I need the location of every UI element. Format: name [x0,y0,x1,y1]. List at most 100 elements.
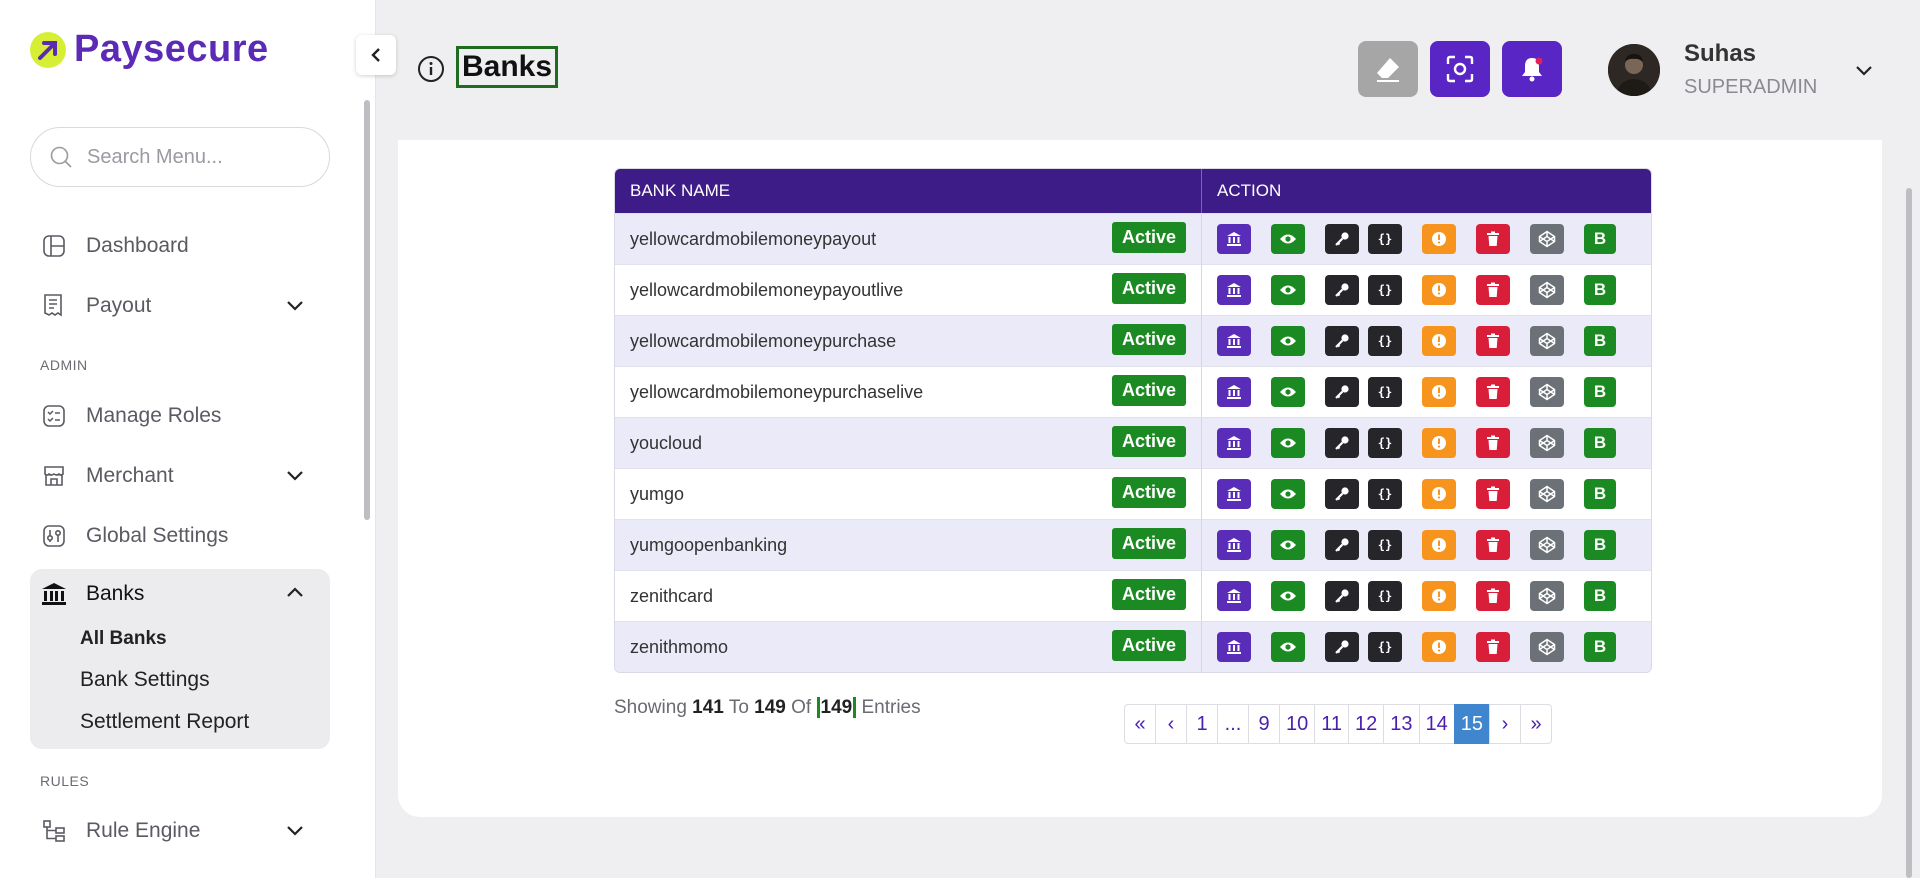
code-action-button[interactable]: {} [1368,530,1402,560]
codepen-action-button[interactable] [1530,224,1564,254]
page-button[interactable]: 12 [1348,704,1385,744]
chevron-down-icon[interactable] [1852,58,1876,82]
page-button[interactable]: » [1520,704,1553,744]
sidebar-subitem-settlement-report[interactable]: Settlement Report [80,710,249,734]
sidebar-collapse-button[interactable] [356,35,396,75]
key-action-button[interactable] [1325,428,1359,458]
key-action-button[interactable] [1325,632,1359,662]
trash-action-button[interactable] [1476,326,1510,356]
bank-action-button[interactable] [1217,428,1251,458]
bank-action-button[interactable] [1217,275,1251,305]
page-button[interactable]: 9 [1248,704,1280,744]
eye-action-button[interactable] [1271,275,1305,305]
trash-action-button[interactable] [1476,428,1510,458]
alert-action-button[interactable] [1422,224,1456,254]
sidebar-item-payout[interactable]: Payout [30,281,330,331]
bank-action-button[interactable] [1217,224,1251,254]
alert-action-button[interactable] [1422,377,1456,407]
b-letter-action-button[interactable]: B [1584,632,1616,662]
content-scrollbar[interactable] [1906,188,1912,878]
sidebar-item-dashboard[interactable]: Dashboard [30,221,330,271]
status-badge[interactable]: Active [1111,477,1186,508]
page-button[interactable]: › [1489,704,1522,744]
sidebar-item-merchant[interactable]: Merchant [30,451,330,501]
eye-action-button[interactable] [1271,530,1305,560]
alert-action-button[interactable] [1422,479,1456,509]
alert-action-button[interactable] [1422,581,1456,611]
trash-action-button[interactable] [1476,224,1510,254]
codepen-action-button[interactable] [1530,326,1564,356]
sidebar-subitem-bank-settings[interactable]: Bank Settings [80,668,210,692]
eye-action-button[interactable] [1271,428,1305,458]
status-badge[interactable]: Active [1111,528,1186,559]
eye-action-button[interactable] [1271,326,1305,356]
page-button[interactable]: « [1124,704,1156,744]
b-letter-action-button[interactable]: B [1584,326,1616,356]
search-input[interactable] [85,144,309,170]
page-button[interactable]: ‹ [1155,704,1187,744]
alert-action-button[interactable] [1422,530,1456,560]
key-action-button[interactable] [1325,479,1359,509]
status-badge[interactable]: Active [1111,273,1186,304]
code-action-button[interactable]: {} [1368,377,1402,407]
key-action-button[interactable] [1325,275,1359,305]
page-button[interactable]: ... [1217,704,1249,744]
screenshot-button[interactable] [1430,41,1490,97]
bank-action-button[interactable] [1217,632,1251,662]
b-letter-action-button[interactable]: B [1584,428,1616,458]
eye-action-button[interactable] [1271,377,1305,407]
alert-action-button[interactable] [1422,632,1456,662]
key-action-button[interactable] [1325,224,1359,254]
alert-action-button[interactable] [1422,326,1456,356]
key-action-button[interactable] [1325,326,1359,356]
code-action-button[interactable]: {} [1368,224,1402,254]
b-letter-action-button[interactable]: B [1584,275,1616,305]
key-action-button[interactable] [1325,377,1359,407]
status-badge[interactable]: Active [1111,426,1186,457]
page-button[interactable]: 11 [1314,704,1350,744]
code-action-button[interactable]: {} [1368,479,1402,509]
codepen-action-button[interactable] [1530,632,1564,662]
sidebar-item-manage-roles[interactable]: Manage Roles [30,391,330,441]
page-button[interactable]: 14 [1418,704,1455,744]
code-action-button[interactable]: {} [1368,632,1402,662]
page-button[interactable]: 15 [1453,704,1491,744]
key-action-button[interactable] [1325,530,1359,560]
sidebar-scrollbar[interactable] [364,100,370,520]
sidebar-item-banks[interactable]: Banks [30,569,330,619]
bank-action-button[interactable] [1217,479,1251,509]
codepen-action-button[interactable] [1530,581,1564,611]
info-icon[interactable] [417,55,445,83]
b-letter-action-button[interactable]: B [1584,530,1616,560]
trash-action-button[interactable] [1476,530,1510,560]
trash-action-button[interactable] [1476,275,1510,305]
page-button[interactable]: 1 [1186,704,1218,744]
sidebar-subitem-all-banks[interactable]: All Banks [80,628,167,650]
status-badge[interactable]: Active [1111,222,1186,253]
page-button[interactable]: 10 [1279,704,1316,744]
eye-action-button[interactable] [1271,479,1305,509]
codepen-action-button[interactable] [1530,530,1564,560]
b-letter-action-button[interactable]: B [1584,581,1616,611]
b-letter-action-button[interactable]: B [1584,377,1616,407]
bank-action-button[interactable] [1217,530,1251,560]
eye-action-button[interactable] [1271,581,1305,611]
bank-action-button[interactable] [1217,377,1251,407]
status-badge[interactable]: Active [1111,579,1186,610]
trash-action-button[interactable] [1476,479,1510,509]
status-badge[interactable]: Active [1111,324,1186,355]
code-action-button[interactable]: {} [1368,581,1402,611]
codepen-action-button[interactable] [1530,479,1564,509]
brand-logo[interactable]: Paysecure [30,28,269,71]
sidebar-item-global-settings[interactable]: Global Settings [30,511,330,561]
notifications-button[interactable] [1502,41,1562,97]
search-menu[interactable] [30,127,330,187]
sidebar-item-rule-engine[interactable]: Rule Engine [30,806,330,856]
b-letter-action-button[interactable]: B [1584,479,1616,509]
code-action-button[interactable]: {} [1368,326,1402,356]
key-action-button[interactable] [1325,581,1359,611]
trash-action-button[interactable] [1476,377,1510,407]
clear-cache-button[interactable] [1358,41,1418,97]
code-action-button[interactable]: {} [1368,275,1402,305]
codepen-action-button[interactable] [1530,428,1564,458]
